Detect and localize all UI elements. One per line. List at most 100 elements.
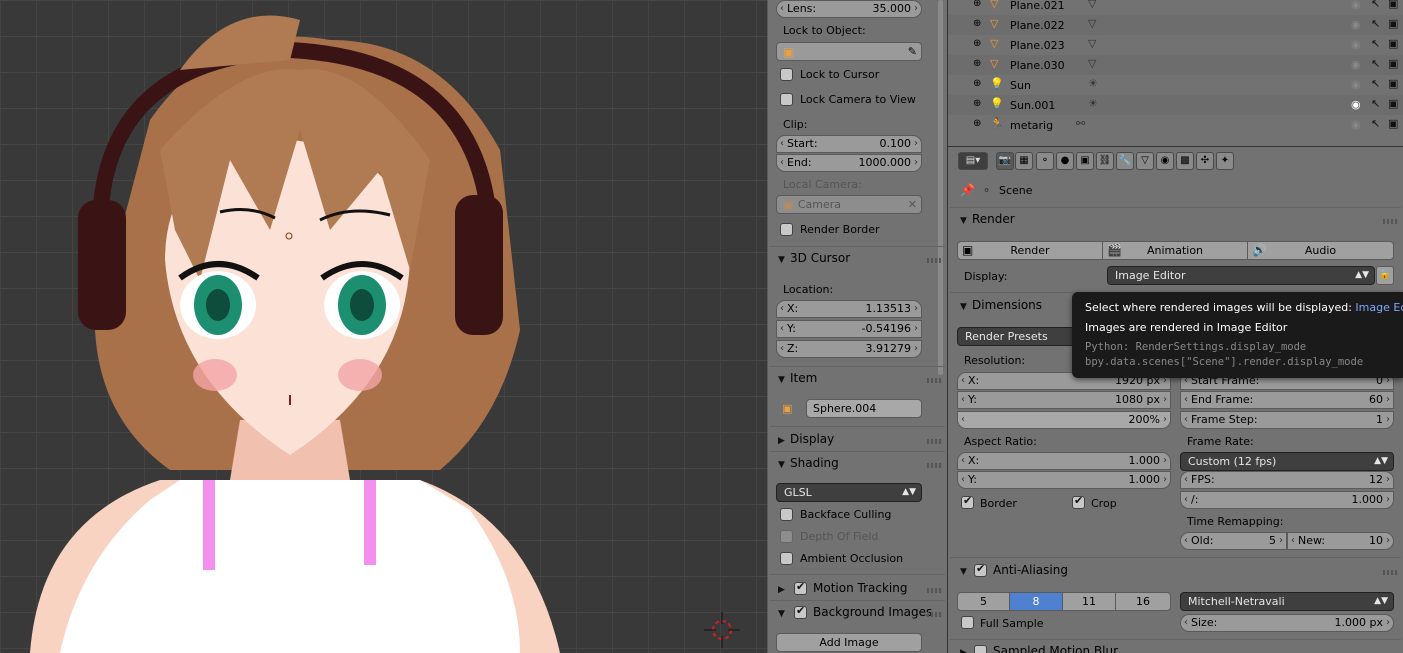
lock-to-cursor-checkbox[interactable]: [780, 68, 793, 81]
pin-icon[interactable]: 📌: [960, 183, 975, 197]
physics-tab-icon[interactable]: ✦: [1216, 152, 1234, 170]
fps-base-field[interactable]: /:1.000: [1180, 491, 1394, 509]
panel-sampled-motion-blur[interactable]: ▶: [960, 644, 972, 653]
panel-item[interactable]: ▼ Item: [778, 371, 817, 385]
panel-background-images[interactable]: ▼: [778, 605, 790, 619]
clip-end-field[interactable]: End:1000.000: [776, 154, 922, 172]
shading-mode-dropdown[interactable]: GLSL ▲▼: [776, 483, 922, 502]
camera-render-icon[interactable]: ▣: [1388, 57, 1398, 70]
cursor-select-icon[interactable]: ↖: [1371, 0, 1380, 10]
fps-field[interactable]: FPS:12: [1180, 471, 1394, 489]
aa-samples-16[interactable]: 16: [1115, 592, 1171, 611]
npanel-scrollbar[interactable]: [938, 0, 943, 375]
render-border-checkbox[interactable]: [780, 223, 793, 236]
data-tab-icon[interactable]: ▽: [1136, 152, 1154, 170]
camera-render-icon[interactable]: ▣: [1388, 17, 1398, 30]
cursor-select-icon[interactable]: ↖: [1371, 37, 1380, 50]
object-tab-icon[interactable]: ▣: [1076, 152, 1094, 170]
render-layers-tab-icon[interactable]: ▦: [1015, 152, 1033, 170]
res-percent-slider[interactable]: 200%: [957, 411, 1171, 429]
3d-viewport[interactable]: [0, 0, 767, 653]
crop-checkbox[interactable]: [1072, 494, 1085, 509]
eye-icon[interactable]: ◉: [1351, 18, 1361, 31]
panel-dimensions[interactable]: ▼ Dimensions: [960, 298, 1042, 312]
lock-interface-icon[interactable]: 🔓: [1376, 266, 1394, 285]
full-sample-checkbox[interactable]: [961, 616, 974, 629]
cursor-select-icon[interactable]: ↖: [1371, 17, 1380, 30]
aa-size-field[interactable]: Size:1.000 px: [1180, 614, 1394, 632]
camera-render-icon[interactable]: ▣: [1388, 97, 1398, 110]
local-camera-field[interactable]: ▣ Camera ✕: [776, 195, 922, 214]
cursor-select-icon[interactable]: ↖: [1371, 77, 1380, 90]
eye-icon[interactable]: ◉: [1351, 118, 1361, 131]
outliner-item-name[interactable]: Plane.030: [1010, 59, 1065, 72]
outliner-item-name[interactable]: Plane.021: [1010, 0, 1065, 12]
outliner-row[interactable]: ⊕ ▽ Plane.022 ▽ ◉ ↖ ▣: [948, 15, 1403, 35]
cursor-x-field[interactable]: X:1.13513: [776, 300, 922, 318]
expand-plus-icon[interactable]: ⊕: [973, 98, 981, 109]
display-mode-dropdown[interactable]: Image Editor ▲▼: [1107, 266, 1375, 285]
animation-button[interactable]: 🎬 Animation: [1102, 241, 1248, 260]
texture-tab-icon[interactable]: ▩: [1176, 152, 1194, 170]
panel-shading[interactable]: ▼ Shading: [778, 456, 839, 470]
world-tab-icon[interactable]: ●: [1056, 152, 1074, 170]
lens-field[interactable]: Lens:35.000: [776, 0, 922, 18]
expand-plus-icon[interactable]: ⊕: [973, 0, 981, 9]
constraints-tab-icon[interactable]: ⛓: [1096, 152, 1114, 170]
res-y-field[interactable]: Y:1080 px: [957, 391, 1171, 409]
item-name-field[interactable]: Sphere.004: [806, 399, 922, 418]
camera-render-icon[interactable]: ▣: [1388, 117, 1398, 130]
drag-grip-icon[interactable]: [927, 258, 941, 263]
eyedropper-icon[interactable]: ✎: [908, 43, 917, 60]
editor-type-icon[interactable]: ▤▾: [958, 152, 988, 170]
frame-rate-dropdown[interactable]: Custom (12 fps) ▲▼: [1180, 452, 1394, 471]
outliner-row[interactable]: ⊕ ▽ Plane.030 ▽ ◉ ↖ ▣: [948, 55, 1403, 75]
outliner-item-name[interactable]: Sun: [1010, 79, 1031, 92]
expand-plus-icon[interactable]: ⊕: [973, 38, 981, 49]
outliner-row[interactable]: ⊕ 🏃 metarig ⚯ ◉ ↖ ▣: [948, 115, 1403, 135]
clip-start-field[interactable]: Start:0.100: [776, 135, 922, 153]
lock-camera-checkbox[interactable]: [780, 93, 793, 106]
audio-button[interactable]: 🔊 Audio: [1247, 241, 1394, 260]
eye-icon[interactable]: ◉: [1351, 98, 1361, 111]
camera-render-icon[interactable]: ▣: [1388, 37, 1398, 50]
eye-icon[interactable]: ◉: [1351, 0, 1361, 11]
outliner-row[interactable]: ⊕ 💡 Sun.001 ☀ ◉ ↖ ▣: [948, 95, 1403, 115]
expand-plus-icon[interactable]: ⊕: [973, 78, 981, 89]
render-tab-icon[interactable]: 📷: [996, 152, 1014, 170]
panel-render[interactable]: ▼ Render: [960, 212, 1015, 226]
aspect-x-field[interactable]: X:1.000: [957, 452, 1171, 470]
cursor-select-icon[interactable]: ↖: [1371, 57, 1380, 70]
outliner-item-name[interactable]: Sun.001: [1010, 99, 1055, 112]
outliner-row[interactable]: ⊕ ▽ Plane.023 ▽ ◉ ↖ ▣: [948, 35, 1403, 55]
outliner-item-name[interactable]: metarig: [1010, 119, 1053, 132]
end-frame-field[interactable]: End Frame:60: [1180, 391, 1394, 409]
backface-culling-checkbox[interactable]: [780, 508, 793, 521]
material-tab-icon[interactable]: ◉: [1156, 152, 1174, 170]
cursor-y-field[interactable]: Y:-0.54196: [776, 320, 922, 338]
motion-tracking-checkbox[interactable]: [794, 580, 807, 595]
background-images-checkbox[interactable]: [794, 604, 807, 619]
modifiers-tab-icon[interactable]: 🔧: [1116, 152, 1134, 170]
cursor-z-field[interactable]: Z:3.91279: [776, 340, 922, 358]
clear-icon[interactable]: ✕: [908, 196, 917, 213]
expand-plus-icon[interactable]: ⊕: [973, 18, 981, 29]
eye-icon[interactable]: ◉: [1351, 38, 1361, 51]
time-new-field[interactable]: New:10: [1287, 532, 1394, 550]
particles-tab-icon[interactable]: ✣: [1196, 152, 1214, 170]
expand-plus-icon[interactable]: ⊕: [973, 58, 981, 69]
aa-filter-dropdown[interactable]: Mitchell-Netravali ▲▼: [1180, 592, 1394, 611]
panel-3d-cursor[interactable]: ▼ 3D Cursor: [778, 251, 850, 265]
anti-aliasing-checkbox[interactable]: [974, 562, 987, 577]
border-checkbox[interactable]: [961, 494, 974, 509]
cursor-select-icon[interactable]: ↖: [1371, 117, 1380, 130]
camera-render-icon[interactable]: ▣: [1388, 77, 1398, 90]
aa-samples-8[interactable]: 8: [1009, 592, 1063, 611]
expand-plus-icon[interactable]: ⊕: [973, 118, 981, 129]
eye-icon[interactable]: ◉: [1351, 58, 1361, 71]
render-button[interactable]: ▣ Render: [957, 241, 1103, 260]
outliner-row[interactable]: ⊕ 💡 Sun ☀ ◉ ↖ ▣: [948, 75, 1403, 95]
lock-object-field[interactable]: ▣ ✎: [776, 42, 922, 61]
aspect-y-field[interactable]: Y:1.000: [957, 471, 1171, 489]
aa-samples-11[interactable]: 11: [1062, 592, 1116, 611]
